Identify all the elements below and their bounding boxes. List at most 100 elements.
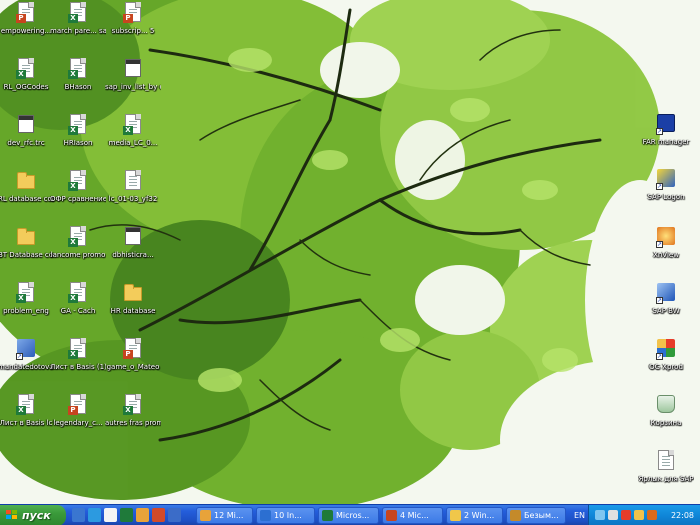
desktop-icon[interactable]: ↗ FAR manager [638,113,694,147]
desktop-icon[interactable]: BT Database correction [0,226,54,260]
desktop-icon[interactable]: lc_01-03_yf32 [105,170,161,204]
presentation-file-icon: P [123,338,143,360]
taskbar-button[interactable]: 4 Mic... [382,507,443,524]
desktop-icon-label: BHason [64,83,92,91]
start-label: пуск [22,509,51,522]
desktop-icon-label: GA - Cach [60,307,96,315]
taskbar-app-icon [510,510,521,521]
desktop-icon[interactable]: sap_inv_list_by class of inv [105,58,161,92]
quicklaunch-ie-icon[interactable] [88,508,101,522]
taskbar-button[interactable]: Безым... [506,507,566,524]
language-indicator[interactable]: EN [574,505,585,525]
start-button[interactable]: пуск [0,505,66,525]
desktop-icon-label: FAR manager [642,138,690,146]
tray-update-icon[interactable] [634,510,644,520]
sap-bw-icon: ↗ [656,282,676,304]
desktop-icon[interactable]: X BHason [50,58,106,92]
taskbar-button[interactable]: 2 Win... [446,507,503,524]
desktop-icon[interactable]: Pempowering... [0,2,54,36]
desktop-icon-label: dev_rfc.trc [7,139,45,147]
desktop-icon-label: lancome promo [50,251,106,259]
desktop-icon[interactable]: ↗ XnView [638,226,694,260]
desktop-icon-label: SAP Logon [647,193,685,201]
tray-app-icon[interactable] [647,510,657,520]
desktop-icon[interactable]: Xproblem_eng [0,282,54,316]
desktop-icon[interactable]: X HRIason [50,114,106,148]
desktop-icon[interactable]: ↗ OG Xprod [638,338,694,372]
presentation-file-icon: P [16,2,36,24]
quicklaunch-excel-icon[interactable] [120,508,133,522]
taskbar-button-label: 2 Win... [464,511,495,520]
windows-flag-icon [6,510,18,521]
desktop-icon[interactable]: Xmarch pare... sauce [50,2,106,36]
excel-file-icon: X [68,58,88,80]
taskbar-button-label: Безым... [524,511,559,520]
clock[interactable]: 22:08 [671,505,694,525]
recycle-bin-icon [656,394,676,416]
desktop-icon[interactable]: Xlancome promo [50,226,106,260]
desktop-icon-label: game_o_Mateo [106,363,160,371]
desktop-icon-label: problem_eng [3,307,49,315]
desktop-icon[interactable]: X ОФР сравнение [50,170,106,204]
excel-file-icon: X [123,394,143,416]
quicklaunch-outlook-icon[interactable] [72,508,85,522]
desktop-icon-label: media_LC_0... [108,139,158,147]
desktop-icon-label: RL_OGCodes [3,83,49,91]
taskbar-button[interactable]: Micros... [318,507,379,524]
desktop[interactable]: Pempowering...Xmarch pare... saucePsubsc… [0,0,700,504]
excel-file-icon: X [68,170,88,192]
desktop-icon[interactable]: dev_rfc.trc [0,114,54,148]
desktop-icon[interactable]: ↗ SAP BW [638,282,694,316]
desktop-icon[interactable]: Psubscrip... 5 [105,2,161,36]
desktop-icon-label: sap_inv_list_by class of inv [105,83,161,91]
quicklaunch-sap-icon[interactable] [168,508,181,522]
presentation-file-icon: P [123,2,143,24]
desktop-icon-label: HRIason [63,139,93,147]
desktop-icon[interactable]: Pgame_o_Mateo [105,338,161,372]
tray-volume-icon[interactable] [608,510,618,520]
desktop-icon[interactable]: X GA - Cach [50,282,106,316]
desktop-icon-label: autres fras promo 02 [105,419,161,427]
desktop-icon[interactable]: Корзина [638,394,694,428]
desktop-icon[interactable]: RL database correction [0,170,54,204]
desktop-icon-label: RL database correction [0,195,54,203]
desktop-icon[interactable]: Plegendary_c... [50,394,106,428]
folder-icon [123,282,143,304]
taskbar-app-icon [322,510,333,521]
far-manager-icon: ↗ [656,113,676,135]
quicklaunch-app-icon[interactable] [136,508,149,522]
desktop-icon[interactable]: X Лист в Basis (1) [50,338,106,372]
desktop-icon-label: legendary_c... [53,419,103,427]
system-tray: 22:08 [588,505,700,525]
desktop-icon-label: HR database [110,307,156,315]
quicklaunch-media-icon[interactable] [152,508,165,522]
desktop-icon-label: ОФР сравнение [50,195,106,203]
desktop-icon[interactable]: ↗ SAP Logon [638,168,694,202]
desktop-icon[interactable]: X Лист в Basis lc [0,394,54,428]
og-xprod-icon: ↗ [656,338,676,360]
excel-file-icon: X [68,338,88,360]
desktop-icon[interactable]: Xmedia_LC_0... [105,114,161,148]
desktop-icon[interactable]: X RL_OGCodes [0,58,54,92]
excel-file-icon: X [68,114,88,136]
desktop-icon-label: SAP BW [652,307,680,315]
desktop-icon-label: XnView [653,251,679,259]
desktop-icon[interactable]: HR database [105,282,161,316]
desktop-icon-label: subscrip... 5 [111,27,155,35]
sap-logon-icon: ↗ [656,168,676,190]
desktop-icon[interactable]: dbhisticra... [105,226,161,260]
desktop-icon-label: empowering... [0,27,52,35]
desktop-icon[interactable]: ↗ mandatedotova on RL/CRP... [0,338,54,372]
excel-file-icon: X [68,282,88,304]
xnview-icon: ↗ [656,226,676,248]
document-icon [123,170,143,192]
taskbar-app-icon [386,510,397,521]
taskbar-button[interactable]: 10 In... [256,507,315,524]
tray-antivirus-icon[interactable] [621,510,631,520]
taskbar-button[interactable]: 12 Mi... [196,507,253,524]
quicklaunch-word-icon[interactable] [104,508,117,522]
taskbar: пуск 12 Mi... 10 In... Micros... 4 Mic... 2 … [0,504,700,525]
tray-network-icon[interactable] [595,510,605,520]
desktop-icon[interactable]: Xautres fras promo 02 [105,394,161,428]
desktop-icon[interactable]: Ярлык для SAP [638,450,694,484]
